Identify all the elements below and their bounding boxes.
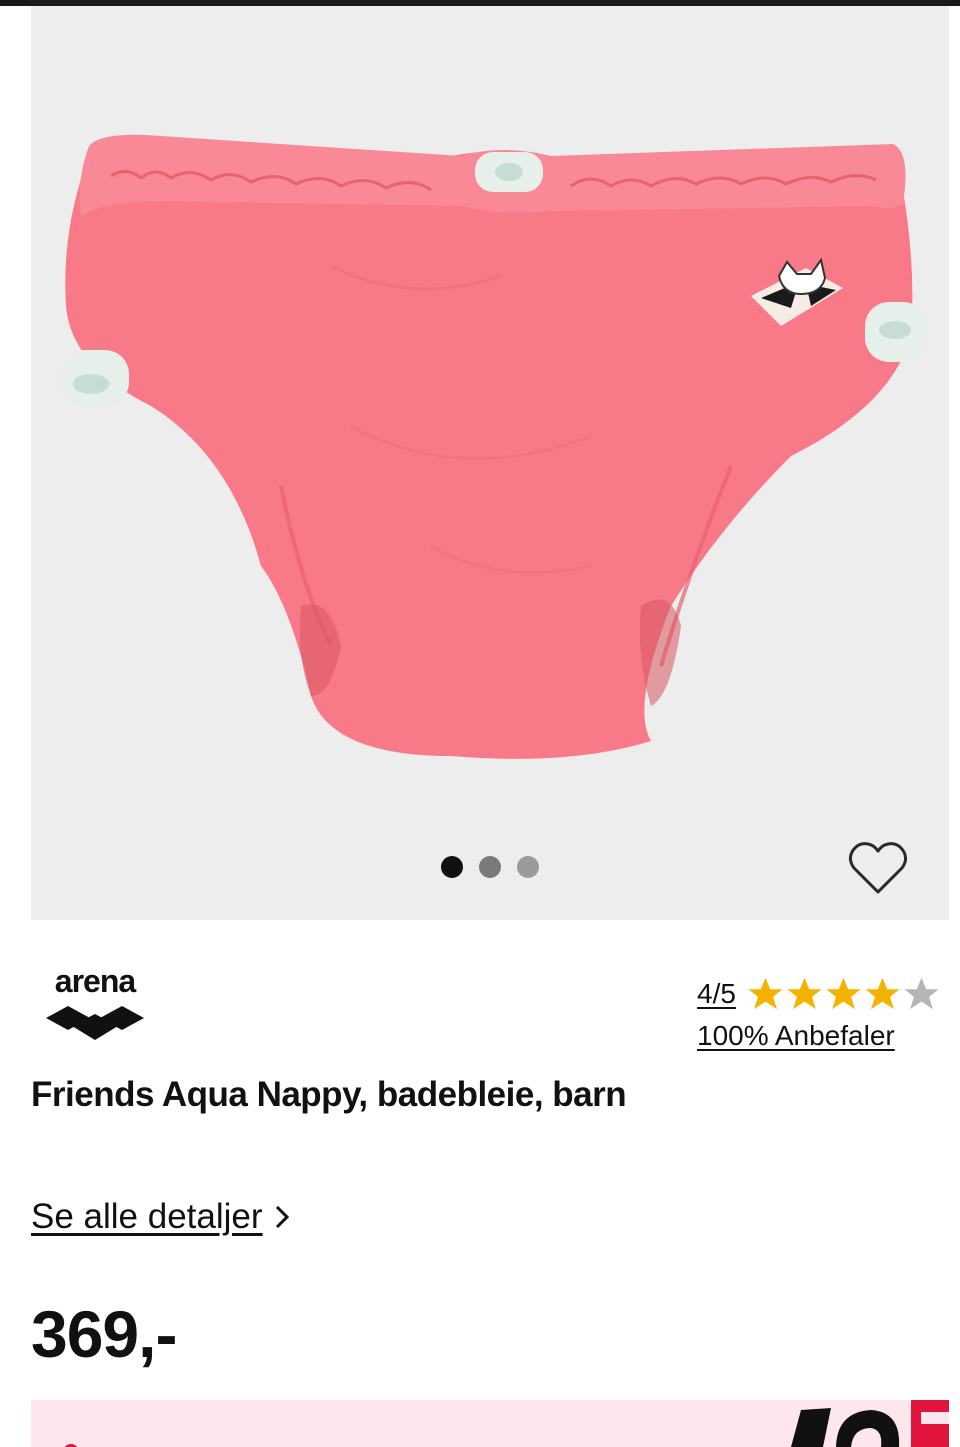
- product-image[interactable]: [31, 6, 949, 920]
- promo-banner[interactable]: [31, 1400, 949, 1447]
- star-filled-icon: [865, 977, 900, 1010]
- star-empty-icon: [904, 977, 939, 1010]
- svg-text:arena: arena: [55, 964, 137, 999]
- pagination-dot[interactable]: [479, 856, 501, 878]
- product-rating[interactable]: 4/5 100% Anbefaler: [697, 976, 941, 1052]
- details-link-label[interactable]: Se alle detaljer: [31, 1197, 263, 1237]
- chevron-right-icon: [275, 1205, 289, 1229]
- pagination-dot[interactable]: [441, 856, 463, 878]
- rating-stars: [746, 976, 941, 1012]
- star-filled-icon: [826, 977, 861, 1010]
- star-filled-icon: [787, 977, 822, 1010]
- see-all-details-link[interactable]: Se alle detaljer: [31, 1197, 291, 1237]
- brand-logo-arena[interactable]: arena: [42, 963, 148, 1046]
- product-image-gallery[interactable]: [31, 6, 949, 920]
- favorite-button[interactable]: [846, 836, 910, 900]
- image-pagination-dots[interactable]: [441, 856, 539, 878]
- promo-graphic: [64, 1400, 949, 1447]
- recommend-percentage[interactable]: 100% Anbefaler: [697, 1020, 941, 1052]
- arena-logo-icon: arena: [46, 963, 144, 1040]
- pagination-dot[interactable]: [517, 856, 539, 878]
- star-filled-icon: [748, 977, 783, 1010]
- product-title: Friends Aqua Nappy, badebleie, barn: [31, 1075, 627, 1114]
- product-price: 369,-: [31, 1297, 177, 1371]
- rating-score[interactable]: 4/5: [697, 978, 736, 1010]
- heart-outline-icon: [848, 842, 908, 894]
